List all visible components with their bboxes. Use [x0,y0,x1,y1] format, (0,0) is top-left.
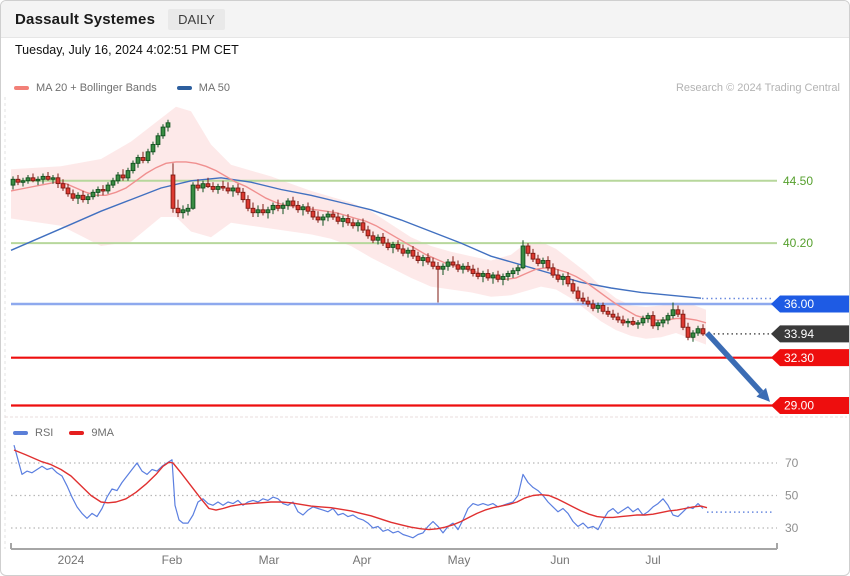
ma20-bollinger-swatch-icon [14,86,29,90]
x-axis: 2024 Feb Mar Apr May Jun Jul [11,543,777,567]
rsi-legend: RSI 9MA [13,427,114,439]
svg-text:33.94: 33.94 [784,327,814,341]
svg-text:50: 50 [785,489,799,503]
timeframe-badge: DAILY [168,9,225,30]
legend-item-9ma: 9MA [69,427,114,439]
research-credit: Research © 2024 Trading Central [676,82,840,94]
svg-text:Mar: Mar [259,553,280,567]
svg-text:32.30: 32.30 [784,351,814,365]
ma50-swatch-icon [177,86,192,90]
rsi-panel: 70 50 30 [11,445,799,538]
legend-label-9ma: 9MA [91,427,114,439]
trading-central-chart-card: 44.50 40.20 36.00 33.94 32.30 29.00 70 50 30 2024… [0,0,850,576]
svg-text:2024: 2024 [58,553,85,567]
svg-text:40.20: 40.20 [783,236,813,250]
legend-item-rsi: RSI [13,427,53,439]
svg-text:70: 70 [785,456,799,470]
chart-header: Dassault Systemes DAILY [1,1,849,38]
instrument-title: Dassault Systemes [15,11,155,28]
price-badges: 44.50 40.20 36.00 33.94 32.30 29.00 [771,174,850,414]
legend-label-rsi: RSI [35,427,53,439]
svg-text:Jun: Jun [550,553,569,567]
rsi-9ma-swatch-icon [69,431,84,435]
svg-text:29.00: 29.00 [784,399,814,413]
legend-label-ma50: MA 50 [199,82,230,94]
svg-text:36.00: 36.00 [784,297,814,311]
chart-datetime: Tuesday, July 16, 2024 4:02:51 PM CET [15,43,239,57]
breakout-arrow [707,333,770,402]
svg-text:Feb: Feb [162,553,183,567]
legend-item-ma50: MA 50 [177,82,230,94]
svg-text:44.50: 44.50 [783,174,813,188]
svg-text:Apr: Apr [353,553,372,567]
svg-text:Jul: Jul [645,553,660,567]
rsi-swatch-icon [13,431,28,435]
legend-item-ma20-bollinger: MA 20 + Bollinger Bands [14,82,157,94]
svg-text:May: May [448,553,471,567]
legend-label-ma20-bollinger: MA 20 + Bollinger Bands [36,82,157,94]
svg-text:30: 30 [785,521,799,535]
price-legend: MA 20 + Bollinger Bands MA 50 [14,82,230,94]
